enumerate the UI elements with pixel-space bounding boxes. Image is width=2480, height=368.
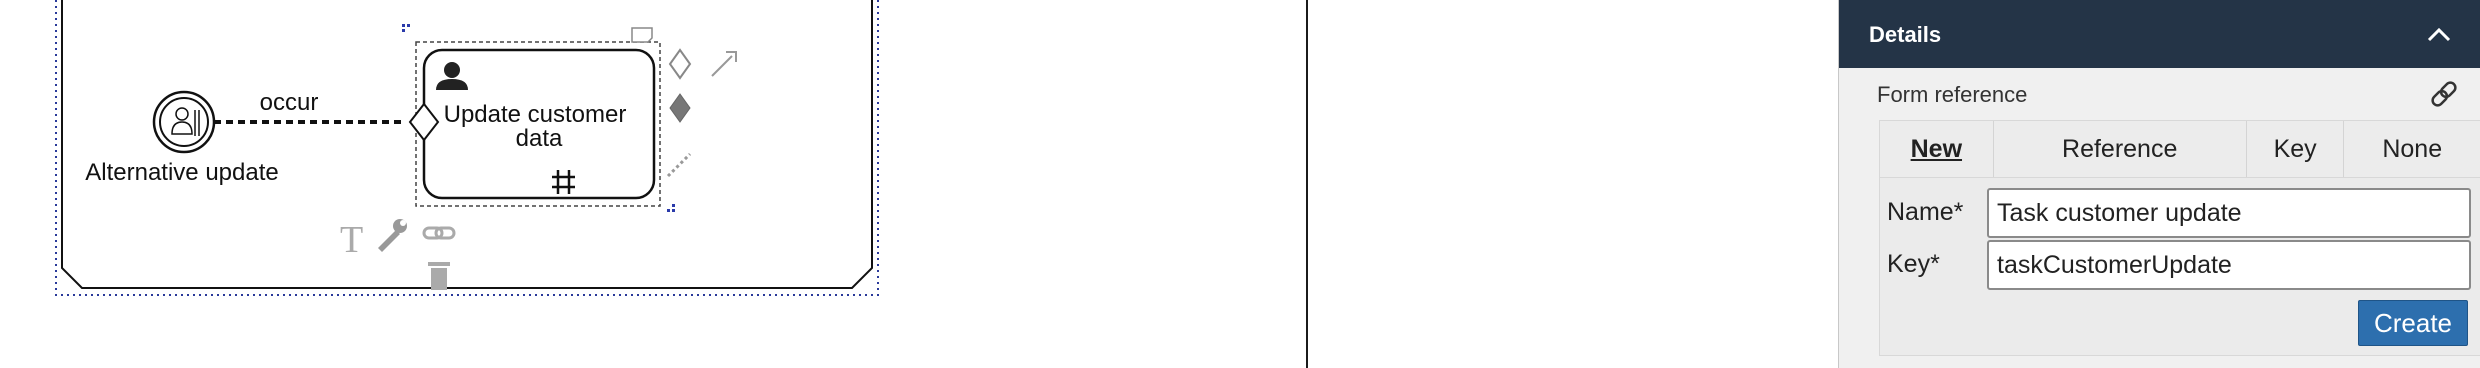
flow-label: occur <box>260 89 319 116</box>
key-field-label: Key* <box>1887 250 1940 278</box>
append-event-gateway-icon[interactable] <box>669 93 691 123</box>
association-icon[interactable] <box>666 152 692 178</box>
annotation-icon[interactable] <box>631 27 653 43</box>
form-reference-link-button[interactable] <box>2427 78 2461 110</box>
create-button[interactable]: Create <box>2358 300 2468 346</box>
name-field[interactable] <box>1987 188 2471 238</box>
task-label-line2: data <box>516 125 563 152</box>
tab-reference[interactable]: Reference <box>1994 121 2247 177</box>
start-event[interactable] <box>152 90 216 154</box>
start-event-label: Alternative update <box>85 159 278 186</box>
details-title: Details <box>1869 22 1942 47</box>
tab-none[interactable]: None <box>2344 121 2480 177</box>
tab-new[interactable]: New <box>1880 121 1994 177</box>
tab-key[interactable]: Key <box>2247 121 2345 177</box>
link-icon <box>2431 81 2457 107</box>
diagram-canvas[interactable]: Alternative update occur Update customer… <box>0 0 1307 368</box>
name-field-label: Name* <box>1887 198 1964 226</box>
append-gateway-icon[interactable] <box>668 48 692 80</box>
details-header[interactable]: Details <box>1839 0 2480 68</box>
wrench-icon[interactable] <box>378 219 407 252</box>
collapse-button[interactable] <box>2421 18 2457 50</box>
chevron-up-icon <box>2427 27 2451 42</box>
connect-icon[interactable] <box>711 51 737 77</box>
trash-icon[interactable] <box>428 262 450 290</box>
canvas-panel-divider[interactable] <box>1306 0 1308 368</box>
text-annotation-icon[interactable]: T <box>340 219 363 261</box>
bpmn-diagram[interactable]: Alternative update occur Update customer… <box>0 0 1307 368</box>
key-field[interactable] <box>1987 240 2471 290</box>
form-reference-label: Form reference <box>1877 82 2028 107</box>
form-reference-tabs: New Reference Key None <box>1879 120 2480 178</box>
resize-handle-bottom-right[interactable] <box>667 204 675 212</box>
link-icon[interactable] <box>422 226 456 240</box>
user-task[interactable]: Update customer data <box>422 48 656 200</box>
task-label-line1: Update customer <box>444 101 627 128</box>
resize-handle-top-left[interactable] <box>402 24 410 32</box>
